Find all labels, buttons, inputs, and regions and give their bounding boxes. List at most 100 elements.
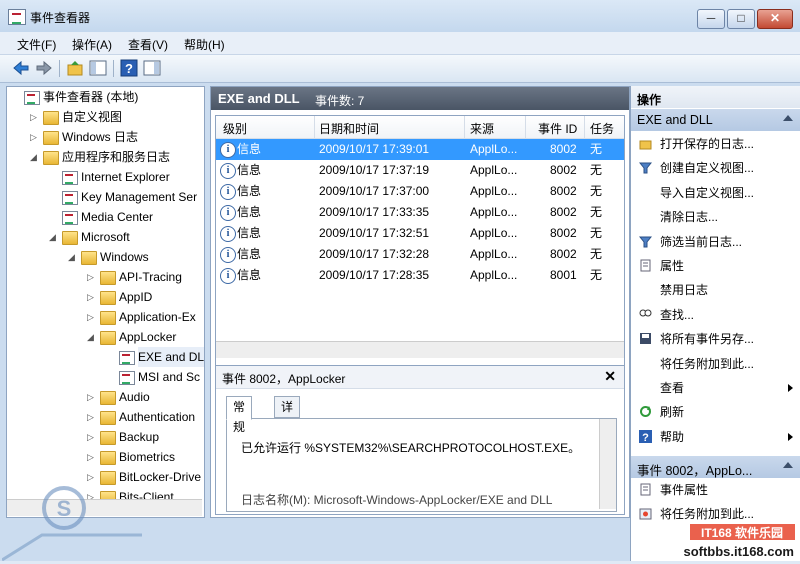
expand-arrow-icon[interactable]: ▷ <box>30 107 40 127</box>
show-hide-action-pane-icon[interactable] <box>143 59 161 77</box>
folder-icon <box>62 231 78 245</box>
expand-arrow-icon[interactable]: ▷ <box>87 267 97 287</box>
show-hide-tree-icon[interactable] <box>89 59 107 77</box>
collapse-arrow-icon[interactable]: ◢ <box>30 147 40 167</box>
information-icon: i <box>220 268 236 284</box>
tree-item[interactable]: ▷ Biometrics <box>7 447 204 467</box>
maximize-button[interactable]: □ <box>727 9 755 29</box>
event-row[interactable]: i 信息 2009/10/17 17:39:01 ApplLo... 8002 无 <box>216 139 624 160</box>
action-item[interactable]: 禁用日志 <box>631 278 800 302</box>
action-item[interactable]: 刷新 <box>631 400 800 424</box>
action-item[interactable]: 属性 <box>631 254 800 278</box>
help-icon[interactable]: ? <box>120 59 138 77</box>
action-item[interactable]: 将任务附加到此... <box>631 352 800 376</box>
information-icon: i <box>220 142 236 158</box>
folder-icon <box>100 391 116 405</box>
minimize-button[interactable]: ─ <box>697 9 725 29</box>
event-row[interactable]: i 信息 2009/10/17 17:33:35 ApplLo... 8002 无 <box>216 202 624 223</box>
column-level[interactable]: 级别 <box>223 120 247 137</box>
menu-action[interactable]: 操作(A) <box>72 36 112 53</box>
actions-section-log[interactable]: EXE and DLL <box>631 109 800 131</box>
back-arrow-icon[interactable] <box>12 59 30 77</box>
action-item[interactable]: 查找... <box>631 303 800 327</box>
tree-item[interactable]: ▷ Audio <box>7 387 204 407</box>
toolbar-divider <box>59 60 60 77</box>
tree-item-label: MSI and Sc <box>138 370 201 384</box>
detail-vertical-scrollbar[interactable] <box>599 419 616 509</box>
tree-item-label: EXE and DL <box>138 347 204 367</box>
event-row[interactable]: i 信息 2009/10/17 17:28:35 ApplLo... 8001 无 <box>216 265 624 286</box>
tree-item[interactable]: ▷ Authentication <box>7 407 204 427</box>
expand-arrow-icon[interactable]: ▷ <box>30 127 40 147</box>
tree-item[interactable]: 事件查看器 (本地) <box>7 87 204 107</box>
event-row[interactable]: i 信息 2009/10/17 17:32:28 ApplLo... 8002 无 <box>216 244 624 265</box>
tree-item[interactable]: ▷ AppID <box>7 287 204 307</box>
tree-item[interactable]: MSI and Sc <box>7 367 204 387</box>
tree-item[interactable]: Internet Explorer <box>7 167 204 187</box>
up-folder-icon[interactable] <box>66 59 84 77</box>
tab-details[interactable]: 详细信息 <box>274 396 301 474</box>
collapse-arrow-icon[interactable]: ◢ <box>49 227 59 247</box>
tree-item[interactable]: ◢ Windows <box>7 247 204 267</box>
close-button[interactable]: ✕ <box>757 9 793 29</box>
action-item[interactable]: ? 帮助 <box>631 425 800 449</box>
menu-help[interactable]: 帮助(H) <box>184 36 225 53</box>
collapse-arrow-icon[interactable]: ◢ <box>68 247 78 267</box>
action-item[interactable]: 创建自定义视图... <box>631 156 800 180</box>
expand-arrow-icon[interactable]: ▷ <box>87 427 97 447</box>
action-item[interactable]: 事件属性 <box>631 478 800 502</box>
event-viewer-window: 事件查看器 ─ □ ✕ 文件(F) 操作(A) 查看(V) 帮助(H) ? 事件… <box>0 0 800 561</box>
expand-arrow-icon[interactable]: ▷ <box>87 407 97 427</box>
submenu-arrow-icon <box>788 432 793 441</box>
tree-item[interactable]: ▷ Application-Ex <box>7 307 204 327</box>
close-detail-icon[interactable]: ✕ <box>604 368 616 385</box>
column-event-id[interactable]: 事件 ID <box>538 120 577 137</box>
event-datetime: 2009/10/17 17:39:01 <box>319 142 430 156</box>
action-item[interactable]: 将所有事件另存... <box>631 327 800 351</box>
tree-item[interactable]: ◢ Microsoft <box>7 227 204 247</box>
tree-item[interactable]: ◢ AppLocker <box>7 327 204 347</box>
expand-arrow-icon[interactable]: ▷ <box>87 307 97 327</box>
it168-watermark: IT168 软件乐园 softbbs.it168.com <box>650 518 800 561</box>
folder-icon <box>100 291 116 305</box>
menu-view[interactable]: 查看(V) <box>128 36 168 53</box>
tree-item[interactable]: Media Center <box>7 207 204 227</box>
expand-arrow-icon[interactable]: ▷ <box>87 387 97 407</box>
action-label: 属性 <box>660 259 685 273</box>
tree-item[interactable]: Key Management Ser <box>7 187 204 207</box>
tree-item-label: 应用程序和服务日志 <box>62 150 171 164</box>
column-datetime[interactable]: 日期和时间 <box>319 120 379 137</box>
column-source[interactable]: 来源 <box>470 120 494 137</box>
expand-arrow-icon[interactable]: ▷ <box>87 447 97 467</box>
event-id: 8002 <box>550 163 577 177</box>
action-item[interactable]: 打开保存的日志... <box>631 132 800 156</box>
event-id: 8002 <box>550 184 577 198</box>
tree-item[interactable]: EXE and DL <box>7 347 204 367</box>
forward-arrow-icon[interactable] <box>35 59 53 77</box>
tree-item[interactable]: ▷ Backup <box>7 427 204 447</box>
event-row[interactable]: i 信息 2009/10/17 17:37:19 ApplLo... 8002 无 <box>216 160 624 181</box>
tree-item[interactable]: ▷ Windows 日志 <box>7 127 204 147</box>
collapse-arrow-icon[interactable]: ◢ <box>87 327 97 347</box>
action-item[interactable]: 筛选当前日志... <box>631 230 800 254</box>
folder-icon <box>100 271 116 285</box>
action-item[interactable]: 清除日志... <box>631 205 800 229</box>
collapse-icon <box>783 115 793 121</box>
tree-item[interactable]: ▷ 自定义视图 <box>7 107 204 127</box>
tree-item[interactable]: ▷ API-Tracing <box>7 267 204 287</box>
tree-item-label: 自定义视图 <box>62 110 123 124</box>
menu-file[interactable]: 文件(F) <box>17 36 56 53</box>
expand-arrow-icon[interactable]: ▷ <box>87 287 97 307</box>
list-horizontal-scrollbar[interactable] <box>216 341 624 358</box>
event-datetime: 2009/10/17 17:37:00 <box>319 184 430 198</box>
information-icon: i <box>220 226 236 242</box>
event-row[interactable]: i 信息 2009/10/17 17:32:51 ApplLo... 8002 无 <box>216 223 624 244</box>
tree-item-label: Internet Explorer <box>81 170 170 184</box>
tree-item[interactable]: ◢ 应用程序和服务日志 <box>7 147 204 167</box>
action-item[interactable]: 查看 <box>631 376 800 400</box>
tab-general[interactable]: 常规 <box>226 396 253 434</box>
event-row[interactable]: i 信息 2009/10/17 17:37:00 ApplLo... 8002 无 <box>216 181 624 202</box>
event-id: 8002 <box>550 205 577 219</box>
actions-section-event[interactable]: 事件 8002，AppLo... <box>631 456 800 478</box>
action-item[interactable]: 导入自定义视图... <box>631 181 800 205</box>
